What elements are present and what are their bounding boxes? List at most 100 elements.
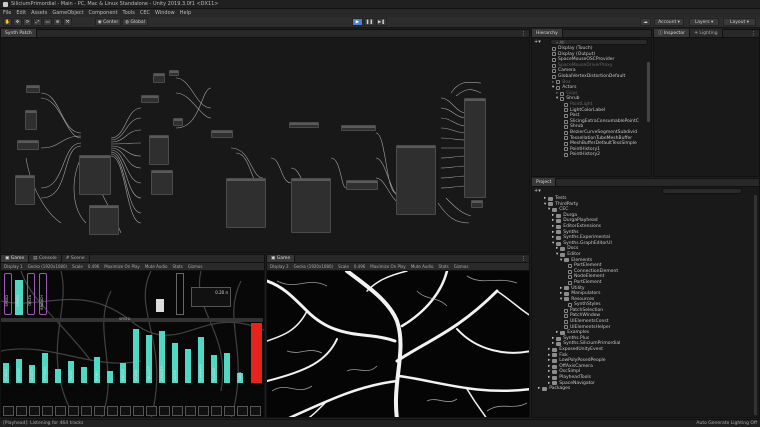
pad-button[interactable]: [211, 406, 222, 416]
pad-button[interactable]: [146, 406, 157, 416]
patch-node[interactable]: [25, 110, 37, 130]
white-slider[interactable]: [156, 299, 164, 312]
slider-track[interactable]: [4, 273, 12, 315]
pad-button[interactable]: [185, 406, 196, 416]
space-toggle[interactable]: ◍ Global: [122, 18, 148, 26]
patch-node[interactable]: [341, 125, 376, 131]
resolution-dropdown[interactable]: Gecko (1920x1080): [28, 264, 68, 269]
pause-button[interactable]: ❚❚: [364, 18, 375, 26]
project-scrollbar[interactable]: [754, 195, 757, 415]
pad-button[interactable]: [237, 406, 248, 416]
slider-track[interactable]: [176, 273, 184, 315]
mute-toggle[interactable]: Mute Audio: [411, 264, 434, 269]
patch-node[interactable]: [471, 200, 483, 208]
stats-toggle[interactable]: Stats: [438, 264, 448, 269]
pad-button[interactable]: [198, 406, 209, 416]
pad-button[interactable]: [3, 406, 14, 416]
patch-node[interactable]: [226, 178, 266, 228]
panel-menu-icon[interactable]: ⋮: [521, 31, 526, 37]
tab-game-right[interactable]: ▣ Game: [267, 255, 296, 262]
account-dropdown[interactable]: Account ▾: [654, 18, 684, 26]
hierarchy-search-input[interactable]: ⌕ All: [550, 39, 648, 45]
pad-button[interactable]: [159, 406, 170, 416]
menu-assets[interactable]: Assets: [31, 10, 47, 16]
patch-node[interactable]: [79, 155, 111, 195]
tab-scene[interactable]: # Scene: [61, 255, 90, 262]
pad-button[interactable]: [250, 406, 261, 416]
patch-node[interactable]: [211, 130, 233, 138]
pad-button[interactable]: [120, 406, 131, 416]
custom-tool-button[interactable]: ⚒: [63, 18, 72, 26]
mixer-bar[interactable]: [81, 367, 87, 383]
tab-project[interactable]: Project: [532, 178, 557, 186]
pad-button[interactable]: [81, 406, 92, 416]
layers-dropdown[interactable]: Layers ▾: [689, 18, 719, 26]
patch-node[interactable]: [26, 85, 40, 93]
scale-tool-button[interactable]: ⤢: [33, 18, 42, 26]
pad-button[interactable]: [16, 406, 27, 416]
patch-node[interactable]: [169, 70, 179, 76]
tab-lighting[interactable]: ☀ Lighting: [689, 29, 723, 37]
tab-synth-patch[interactable]: Synth Patch: [1, 29, 37, 37]
patch-node[interactable]: [15, 175, 35, 205]
pad-button[interactable]: [42, 406, 53, 416]
mixer-bar[interactable]: [107, 371, 113, 383]
pad-button[interactable]: [172, 406, 183, 416]
maximize-toggle[interactable]: Maximize On Play: [370, 264, 406, 269]
scale-value[interactable]: 0.496: [354, 264, 365, 269]
display-dropdown[interactable]: Display 1: [4, 264, 23, 269]
menu-component[interactable]: Component: [89, 10, 118, 16]
patch-node[interactable]: [289, 122, 319, 128]
pad-button[interactable]: [55, 406, 66, 416]
menu-gameobject[interactable]: GameObject: [52, 10, 83, 16]
rotate-tool-button[interactable]: ⟳: [23, 18, 32, 26]
tab-hierarchy[interactable]: Hierarchy: [532, 29, 563, 37]
menu-help[interactable]: Help: [180, 10, 191, 16]
pad-button[interactable]: [94, 406, 105, 416]
menu-tools[interactable]: Tools: [123, 10, 135, 16]
pad-button[interactable]: [224, 406, 235, 416]
transform-tool-button[interactable]: ⊕: [53, 18, 62, 26]
patch-node[interactable]: [464, 98, 486, 198]
step-button[interactable]: ▶❚: [376, 18, 387, 26]
project-item[interactable]: ▸ Packages: [538, 386, 620, 392]
cloud-button[interactable]: ☁: [640, 18, 651, 26]
rect-tool-button[interactable]: ▭: [43, 18, 52, 26]
patch-node[interactable]: [396, 145, 436, 215]
play-button[interactable]: ▶: [352, 18, 363, 26]
project-search-input[interactable]: [662, 188, 742, 194]
stats-toggle[interactable]: Stats: [172, 264, 182, 269]
menu-edit[interactable]: Edit: [16, 10, 26, 16]
resolution-dropdown[interactable]: Gecko (1920x1080): [294, 264, 334, 269]
status-message[interactable]: [Playhead]: Listening for 464 tracks: [3, 421, 83, 426]
mixer-bar[interactable]: [185, 349, 191, 383]
patch-node[interactable]: [291, 178, 331, 233]
tab-console[interactable]: ▤ Console: [29, 255, 62, 262]
menu-window[interactable]: Window: [155, 10, 175, 16]
project-create-button[interactable]: +▾: [534, 188, 541, 194]
pad-button[interactable]: [133, 406, 144, 416]
layout-dropdown[interactable]: Layout ▾: [723, 18, 756, 26]
pad-button[interactable]: [68, 406, 79, 416]
scale-value[interactable]: 0.496: [88, 264, 99, 269]
panel-menu-icon[interactable]: ⋮: [521, 256, 526, 262]
create-button[interactable]: +▾: [534, 39, 544, 45]
patch-node[interactable]: [151, 170, 173, 195]
patch-node[interactable]: [173, 118, 183, 126]
mixer-bar[interactable]: [224, 353, 230, 383]
hand-tool-button[interactable]: ✋: [3, 18, 12, 26]
hierarchy-item[interactable]: PointHistory2: [552, 152, 639, 158]
patch-node[interactable]: [153, 73, 165, 83]
tab-inspector[interactable]: ⓘ Inspector: [654, 29, 690, 37]
patch-node[interactable]: [17, 140, 39, 150]
tab-game-left[interactable]: ▣ Game: [1, 255, 30, 262]
patch-node[interactable]: [149, 135, 169, 165]
panel-menu-icon[interactable]: ⋮: [751, 31, 756, 37]
patch-node[interactable]: [89, 205, 119, 235]
hierarchy-scrollbar[interactable]: [647, 62, 650, 122]
hierarchy-item[interactable]: SlicingExtraConsumablePointC: [552, 119, 639, 125]
pad-button[interactable]: [107, 406, 118, 416]
gizmos-dropdown[interactable]: Gizmos: [454, 264, 469, 269]
move-tool-button[interactable]: ✥: [13, 18, 22, 26]
mute-toggle[interactable]: Mute Audio: [145, 264, 168, 269]
